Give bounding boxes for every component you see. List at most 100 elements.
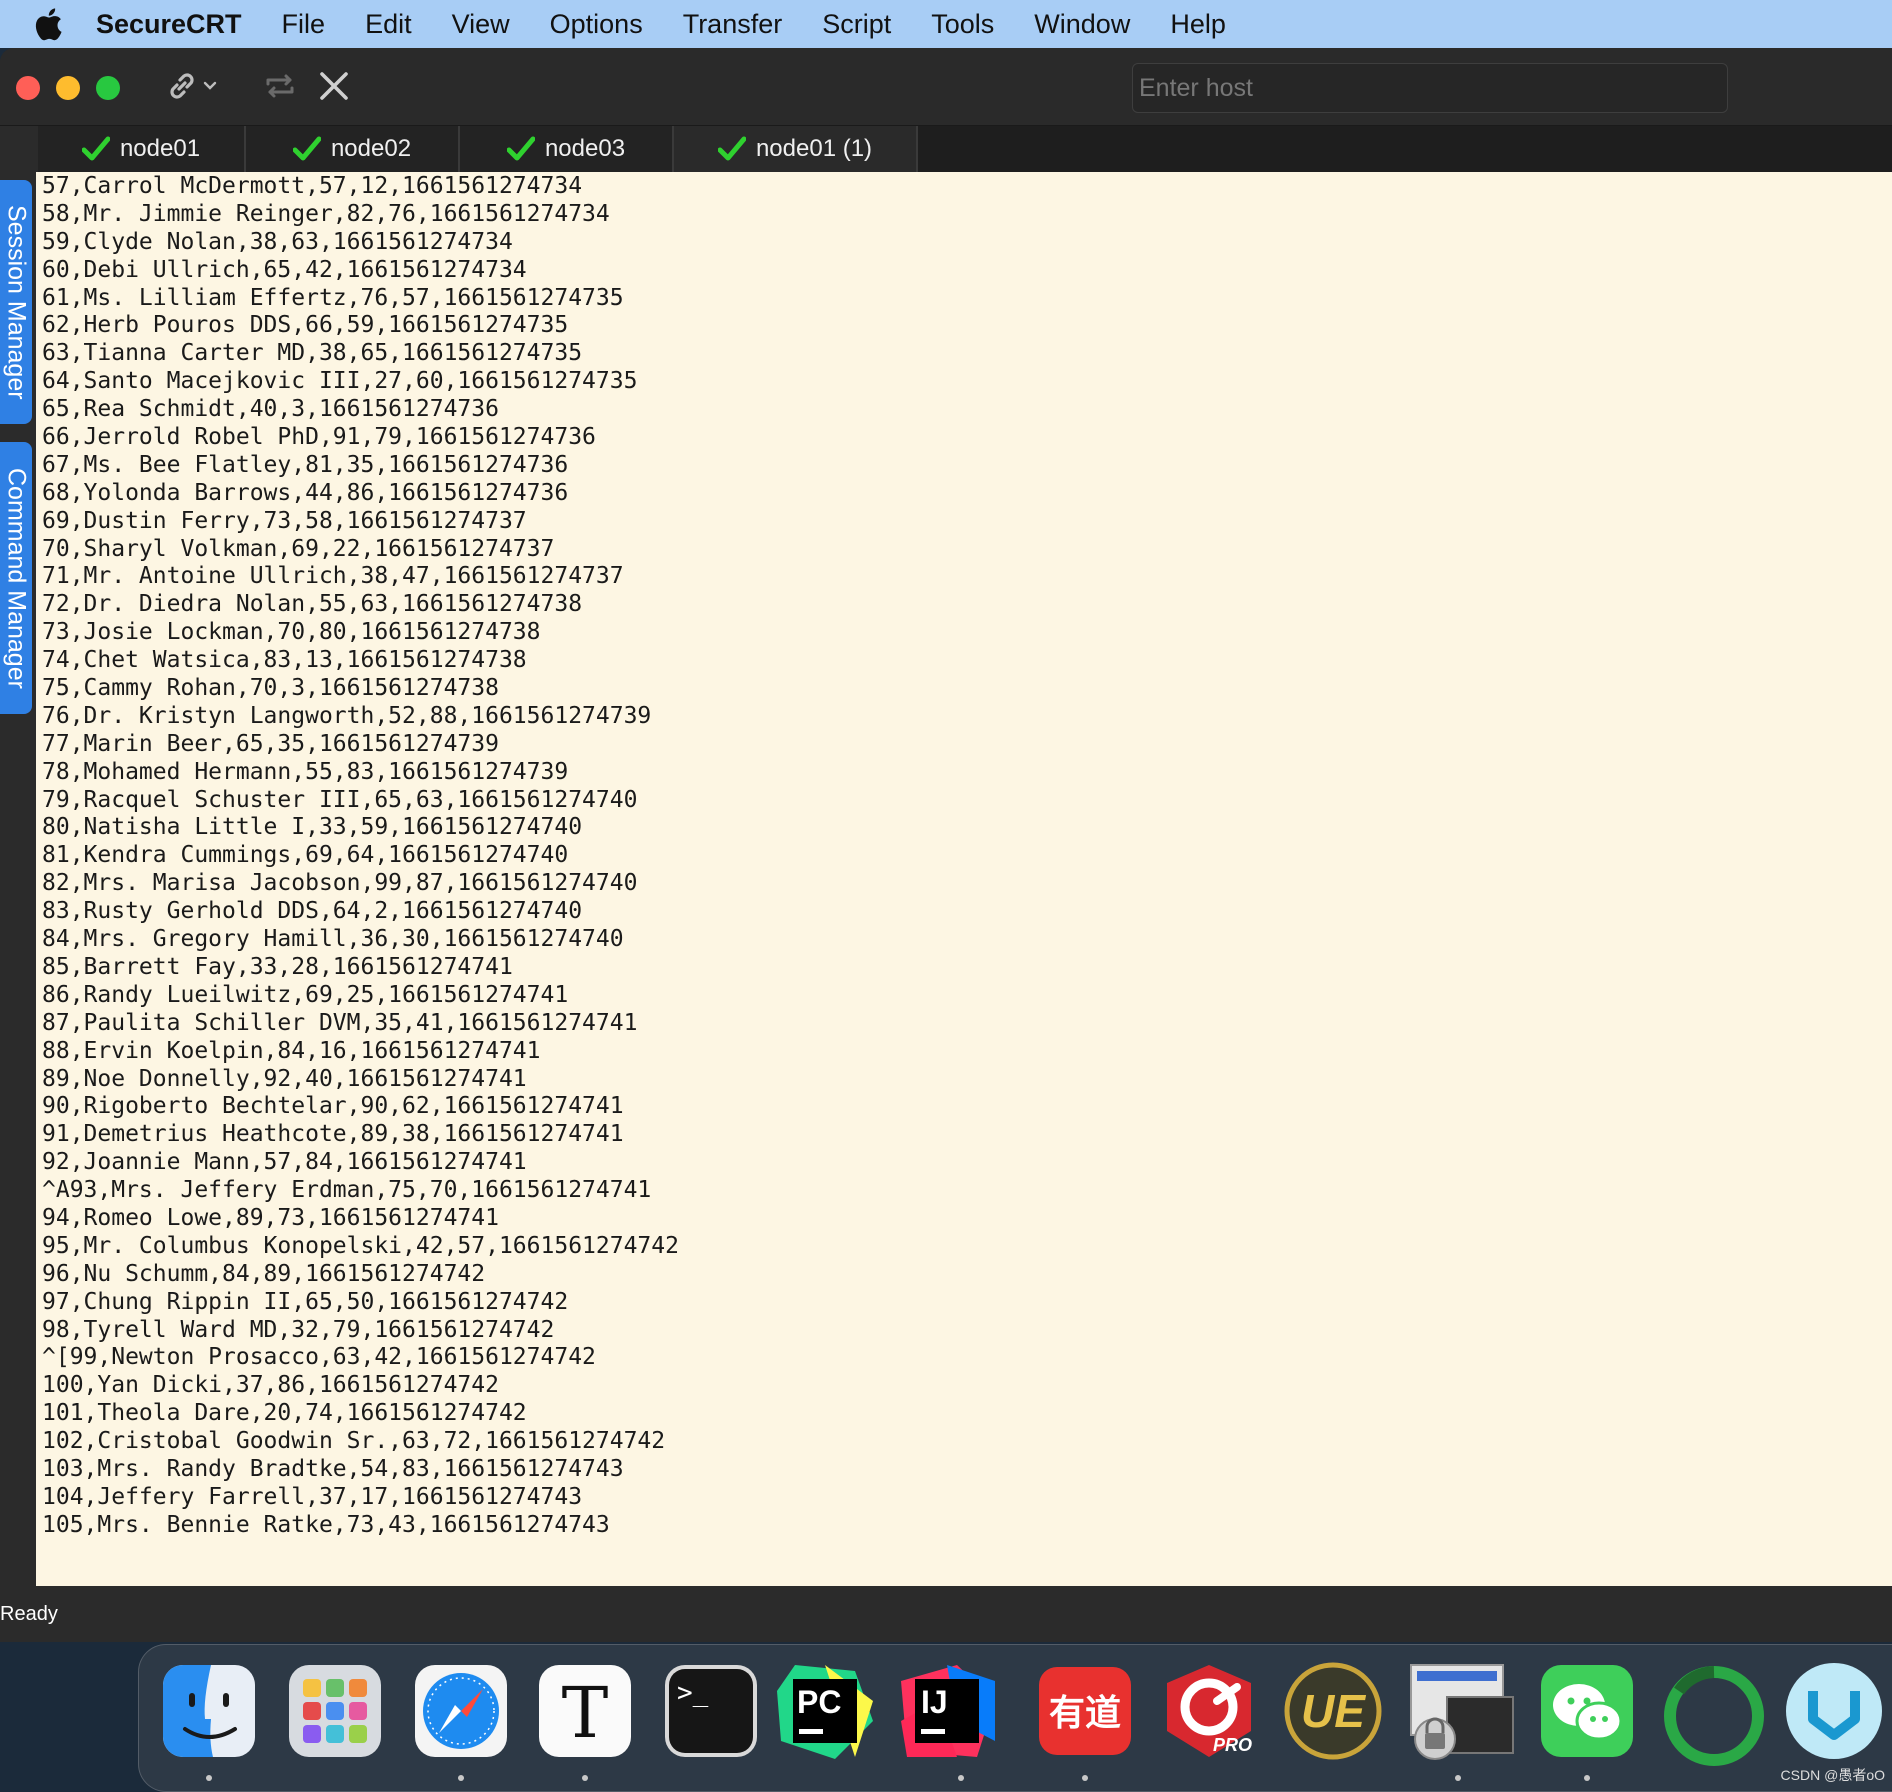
terminal-line: 59,Clyde Nolan,38,63,1661561274734 (42, 228, 513, 255)
shield-app-icon[interactable] (1779, 1661, 1882, 1761)
apple-logo-icon[interactable] (26, 4, 70, 44)
status-text: Ready (0, 1602, 58, 1625)
intellij-idea-icon[interactable]: IJ (897, 1661, 997, 1761)
connected-check-icon (81, 136, 110, 162)
menu-transfer[interactable]: Transfer (663, 0, 803, 48)
terminal-line: 85,Barrett Fay,33,28,1661561274741 (42, 953, 513, 980)
connected-check-icon (717, 136, 746, 162)
terminal-line: 80,Natisha Little I,33,59,1661561274740 (42, 814, 583, 841)
menu-view[interactable]: View (432, 0, 530, 48)
terminal-line: 72,Dr. Diedra Nolan,55,63,1661561274738 (42, 591, 583, 618)
terminal-line: 60,Debi Ullrich,65,42,1661561274734 (42, 256, 527, 283)
terminal-line: 89,Noe Donnelly,92,40,1661561274741 (42, 1065, 527, 1092)
terminal-icon[interactable]: >_ (661, 1661, 761, 1761)
menu-file[interactable]: File (262, 0, 346, 48)
menu-bar: SecureCRT File Edit View Options Transfe… (0, 0, 1892, 48)
terminal-output[interactable]: 57,Carrol McDermott,57,12,1661561274734 5… (36, 172, 1892, 1586)
tab-label: node02 (330, 135, 412, 162)
menu-window[interactable]: Window (1014, 0, 1150, 48)
terminal-line: 58,Mr. Jimmie Reinger,82,76,166156127473… (42, 200, 610, 227)
terminal-line: 84,Mrs. Gregory Hamill,36,30,16615612747… (42, 926, 624, 953)
terminal-line: 100,Yan Dicki,37,86,1661561274742 (42, 1372, 499, 1399)
terminal-line: 97,Chung Rippin II,65,50,1661561274742 (42, 1288, 569, 1315)
terminal-line: 76,Dr. Kristyn Langworth,52,88,166156127… (42, 702, 652, 729)
menu-script[interactable]: Script (802, 0, 911, 48)
menu-tools[interactable]: Tools (911, 0, 1014, 48)
terminal-line: 75,Cammy Rohan,70,3,1661561274738 (42, 675, 499, 702)
menu-help[interactable]: Help (1150, 0, 1246, 48)
running-indicator (1455, 1775, 1461, 1781)
chevron-down-icon (200, 76, 220, 101)
terminal-line: 69,Dustin Ferry,73,58,1661561274737 (42, 507, 527, 534)
tab-node01[interactable]: node01 (38, 126, 246, 172)
terminal-line: 101,Theola Dare,20,74,1661561274742 (42, 1400, 527, 1427)
session-manager-label: Session Manager (2, 204, 31, 400)
launchpad-icon[interactable] (285, 1661, 385, 1761)
finder-icon[interactable] (159, 1661, 259, 1761)
ultraedit-icon[interactable]: UE (1283, 1661, 1383, 1761)
terminal-line: 92,Joannie Mann,57,84,1661561274741 (42, 1149, 527, 1176)
tab-node01-1[interactable]: node01 (1) (674, 126, 918, 172)
terminal-line: ^[99,Newton Prosacco,63,42,1661561274742 (42, 1344, 596, 1371)
tab-label: node03 (544, 135, 626, 162)
youdao-dictionary-icon[interactable]: 有道 (1035, 1661, 1135, 1761)
tab-label: node01 (1) (755, 135, 873, 162)
terminal-line: 65,Rea Schmidt,40,3,1661561274736 (42, 396, 499, 423)
reconnect-icon (262, 68, 298, 109)
running-indicator (958, 1775, 964, 1781)
terminal-line: 79,Racquel Schuster III,65,63,1661561274… (42, 786, 638, 813)
connected-check-icon (506, 136, 535, 162)
crossover-pro-icon[interactable]: PRO (1159, 1661, 1259, 1761)
safari-icon[interactable] (411, 1661, 511, 1761)
securecrt-icon[interactable] (1405, 1661, 1514, 1761)
terminal-line: 70,Sharyl Volkman,69,22,1661561274737 (42, 535, 555, 562)
running-indicator (1082, 1775, 1088, 1781)
menu-app-name[interactable]: SecureCRT (96, 0, 262, 48)
terminal-line: 78,Mohamed Hermann,55,83,1661561274739 (42, 758, 569, 785)
terminal-line: 90,Rigoberto Bechtelar,90,62,16615612747… (42, 1093, 624, 1120)
tab-node02[interactable]: node02 (246, 126, 460, 172)
terminal-line: 94,Romeo Lowe,89,73,1661561274741 (42, 1204, 499, 1231)
terminal-line: 74,Chet Watsica,83,13,1661561274738 (42, 647, 527, 674)
terminal-line: 98,Tyrell Ward MD,32,79,1661561274742 (42, 1316, 555, 1343)
link-icon (164, 68, 200, 109)
close-icon (316, 68, 352, 109)
dock: T >_ PC IJ 有道 PRO UE CSDN @愚者oO (138, 1644, 1892, 1792)
watermark-text: CSDN @愚者oO (1780, 1767, 1885, 1783)
youdao-glyph: 有道 (1049, 1693, 1121, 1734)
zoom-window-button[interactable] (96, 76, 120, 100)
command-manager-tab[interactable]: Command Manager (0, 442, 32, 714)
command-manager-label: Command Manager (2, 467, 31, 689)
terminal-line: 67,Ms. Bee Flatley,81,35,1661561274736 (42, 451, 569, 478)
terminal-line: 105,Mrs. Bennie Ratke,73,43,166156127474… (42, 1511, 610, 1538)
terminal-line: 62,Herb Pouros DDS,66,59,1661561274735 (42, 312, 569, 339)
status-bar: Ready (0, 1586, 1892, 1642)
pycharm-icon[interactable]: PC (775, 1661, 875, 1761)
connected-check-icon (292, 136, 321, 162)
reconnect-button[interactable] (262, 68, 302, 108)
close-window-button[interactable] (16, 76, 40, 100)
terminal-line: 71,Mr. Antoine Ullrich,38,47,16615612747… (42, 563, 624, 590)
tab-label: node01 (119, 135, 201, 162)
terminal-line: 86,Randy Lueilwitz,69,25,1661561274741 (42, 981, 569, 1008)
minimize-window-button[interactable] (56, 76, 80, 100)
menu-options[interactable]: Options (530, 0, 663, 48)
pycharm-ring-icon[interactable] (1659, 1661, 1764, 1766)
menu-edit[interactable]: Edit (345, 0, 432, 48)
terminal-line: 103,Mrs. Randy Bradtke,54,83,16615612747… (42, 1455, 624, 1482)
terminal-line: 82,Mrs. Marisa Jacobson,99,87,1661561274… (42, 870, 638, 897)
enter-host-input[interactable] (1132, 63, 1728, 113)
wechat-icon[interactable] (1537, 1661, 1637, 1761)
typora-icon[interactable]: T (535, 1661, 635, 1761)
terminal-line: 64,Santo Macejkovic III,27,60,1661561274… (42, 368, 638, 395)
session-manager-tab[interactable]: Session Manager (0, 180, 32, 424)
terminal-line: 95,Mr. Columbus Konopelski,42,57,1661561… (42, 1232, 679, 1259)
terminal-line: 68,Yolonda Barrows,44,86,1661561274736 (42, 479, 569, 506)
tab-node03[interactable]: node03 (460, 126, 674, 172)
running-indicator (206, 1775, 212, 1781)
disconnect-button[interactable] (316, 68, 356, 108)
ultraedit-glyph: UE (1301, 1685, 1366, 1737)
crossover-pro-glyph: PRO (1213, 1735, 1252, 1755)
connect-button[interactable] (164, 68, 228, 108)
terminal-line: 91,Demetrius Heathcote,89,38,16615612747… (42, 1121, 624, 1148)
